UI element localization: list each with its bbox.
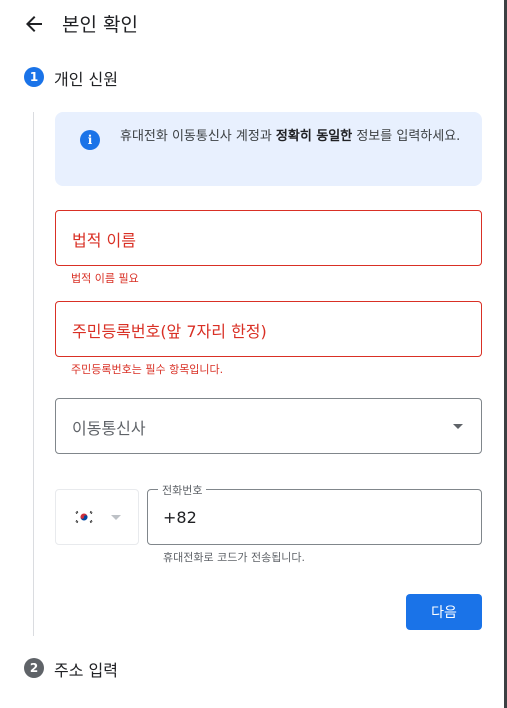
step-1-badge: 1 (24, 67, 44, 87)
carrier-select[interactable]: 이동통신사 (55, 398, 482, 454)
carrier-placeholder: 이동통신사 (72, 419, 146, 438)
chevron-down-icon (111, 515, 121, 520)
legal-name-error: 법적 이름 필요 (71, 272, 139, 285)
step-2-badge: 2 (24, 658, 44, 678)
info-icon: i (80, 130, 100, 150)
info-text-before: 휴대전화 이동통신사 계정과 (120, 129, 276, 144)
info-text: 휴대전화 이동통신사 계정과 정확히 동일한 정보를 입력하세요. (120, 127, 465, 147)
legal-name-field[interactable]: 법적 이름 (55, 210, 482, 266)
info-text-after: 정보를 입력하세요. (352, 129, 461, 144)
arrow-left-icon (26, 16, 42, 32)
resident-number-error: 주민등록번호는 필수 항목입니다. (71, 363, 224, 376)
phone-number-label: 전화번호 (158, 482, 207, 498)
back-button[interactable] (22, 12, 46, 36)
step-2-label: 주소 입력 (54, 661, 118, 680)
resident-number-placeholder: 주민등록번호(앞 7자리 한정) (72, 322, 267, 341)
chevron-down-icon (453, 424, 463, 429)
legal-name-placeholder: 법적 이름 (72, 231, 136, 250)
header: 본인 확인 (0, 0, 504, 48)
page-title: 본인 확인 (62, 14, 138, 36)
resident-number-field[interactable]: 주민등록번호(앞 7자리 한정) (55, 301, 482, 357)
country-code-select[interactable] (55, 489, 139, 545)
info-text-bold: 정확히 동일한 (275, 129, 353, 144)
info-banner: i 휴대전화 이동통신사 계정과 정확히 동일한 정보를 입력하세요. (55, 112, 482, 186)
korea-flag-icon (74, 510, 94, 524)
phone-number-field[interactable]: 전화번호 +82 (147, 482, 482, 545)
next-button[interactable]: 다음 (406, 594, 482, 630)
step-connector (33, 112, 34, 636)
phone-number-value: +82 (163, 508, 197, 527)
phone-hint: 휴대전화로 코드가 전송됩니다. (163, 551, 306, 564)
step-1-label: 개인 신원 (54, 70, 118, 89)
